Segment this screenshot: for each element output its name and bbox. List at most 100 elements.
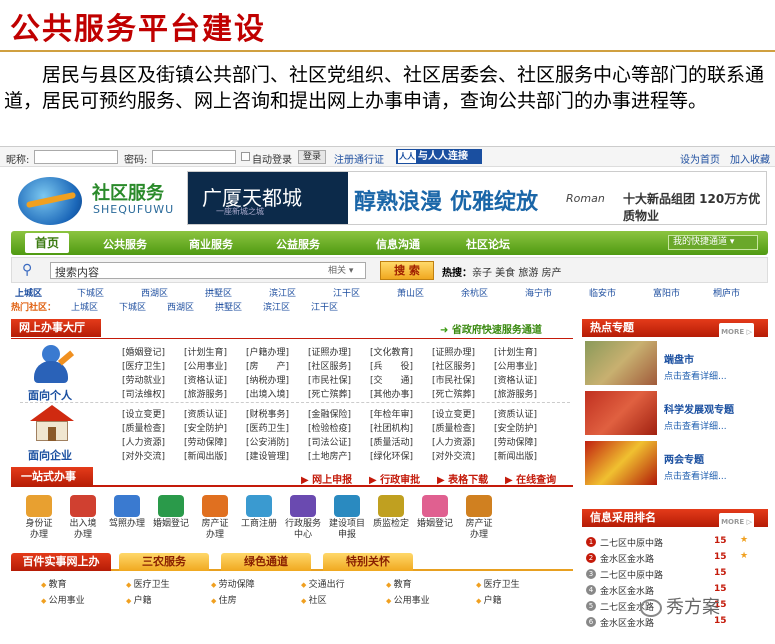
bottom-service-link[interactable]: 户籍: [476, 593, 502, 606]
onestop-service-item[interactable]: 质监检定: [371, 495, 411, 530]
nav-item-welfare[interactable]: 公益服务: [276, 236, 320, 252]
personal-service-link[interactable]: [死亡殡葬]: [432, 387, 475, 400]
region-link[interactable]: 萧山区: [397, 286, 424, 299]
nav-item-public[interactable]: 公共服务: [103, 236, 147, 252]
enterprise-service-link[interactable]: [检验检疫]: [308, 421, 351, 434]
hot-thumb-image[interactable]: [585, 441, 657, 485]
region-link[interactable]: 拱墅区: [205, 286, 232, 299]
bottom-service-link[interactable]: 医疗卫生: [126, 577, 170, 590]
enterprise-service-link[interactable]: [安全防护]: [494, 421, 537, 434]
bottom-service-link[interactable]: 交通出行: [301, 577, 345, 590]
nickname-input[interactable]: [34, 150, 118, 164]
enterprise-service-link[interactable]: [设立变更]: [432, 407, 475, 420]
personal-service-link[interactable]: [旅游服务]: [184, 387, 227, 400]
enterprise-service-link[interactable]: [年检年审]: [370, 407, 413, 420]
personal-service-link[interactable]: [市民社保]: [308, 373, 351, 386]
bottom-service-link[interactable]: 公用事业: [386, 593, 430, 606]
region-link[interactable]: 富阳市: [653, 286, 680, 299]
gov-fast-channel-link[interactable]: ➜ 省政府快速服务通道: [440, 321, 542, 336]
bottom-service-link[interactable]: 医疗卫生: [476, 577, 520, 590]
hot-search-items[interactable]: 亲子 美食 旅游 房产: [472, 268, 562, 279]
nav-item-info[interactable]: 信息沟通: [376, 236, 420, 252]
region-link[interactable]: 西湖区: [141, 286, 168, 299]
enterprise-service-link[interactable]: [绿化环保]: [370, 449, 413, 462]
enterprise-service-link[interactable]: [设立变更]: [122, 407, 165, 420]
community-link[interactable]: 江干区: [311, 300, 338, 313]
enterprise-service-link[interactable]: [财税事务]: [246, 407, 289, 420]
personal-service-link[interactable]: [资格认证]: [494, 373, 537, 386]
enterprise-service-link[interactable]: [资质认证]: [184, 407, 227, 420]
enterprise-service-link[interactable]: [质量检查]: [122, 421, 165, 434]
ranking-row[interactable]: 1 二七区中原中路 15 ★: [582, 535, 768, 549]
enterprise-service-link[interactable]: [社团机构]: [370, 421, 413, 434]
enterprise-service-link[interactable]: [质量检查]: [432, 421, 475, 434]
personal-label[interactable]: 面向个人: [28, 387, 72, 403]
form-download-link[interactable]: ▶ 表格下载: [437, 471, 488, 486]
personal-service-link[interactable]: [劳动就业]: [122, 373, 165, 386]
enterprise-service-link[interactable]: [对外交流]: [122, 449, 165, 462]
onestop-service-item[interactable]: 房产证 办理: [195, 495, 235, 541]
personal-service-link[interactable]: [房 产]: [246, 359, 289, 372]
enterprise-service-link[interactable]: [司法公证]: [308, 435, 351, 448]
enterprise-service-link[interactable]: [劳动保障]: [184, 435, 227, 448]
personal-service-link[interactable]: [兵 役]: [370, 359, 413, 372]
personal-service-link[interactable]: [医疗卫生]: [122, 359, 165, 372]
community-link[interactable]: 西湖区: [167, 300, 194, 313]
nav-item-commercial[interactable]: 商业服务: [189, 236, 233, 252]
tab-hundred-things[interactable]: 百件实事网上办: [11, 553, 111, 571]
ranking-more-link[interactable]: MORE ▷: [719, 513, 754, 531]
hot-item-link[interactable]: 点击查看详细...: [664, 369, 727, 382]
onestop-service-item[interactable]: 婚姻登记: [151, 495, 191, 530]
enterprise-service-link[interactable]: [土地房产]: [308, 449, 351, 462]
enterprise-service-link[interactable]: [金融保险]: [308, 407, 351, 420]
add-favorite-link[interactable]: 加入收藏: [730, 151, 770, 166]
approval-link[interactable]: ▶ 行政审批: [369, 471, 420, 486]
register-link[interactable]: 注册通行证: [334, 151, 384, 166]
globe-logo-icon[interactable]: [18, 177, 82, 225]
set-homepage-link[interactable]: 设为首页: [680, 151, 720, 166]
bottom-service-link[interactable]: 住房: [211, 593, 237, 606]
onestop-service-item[interactable]: 房产证 办理: [459, 495, 499, 541]
bottom-service-link[interactable]: 社区: [301, 593, 327, 606]
region-link[interactable]: 临安市: [589, 286, 616, 299]
personal-service-link[interactable]: [社区服务]: [432, 359, 475, 372]
personal-service-link[interactable]: [交 通]: [370, 373, 413, 386]
hot-item-link[interactable]: 点击查看详细...: [664, 419, 727, 432]
community-link[interactable]: 下城区: [119, 300, 146, 313]
personal-service-link[interactable]: [公用事业]: [184, 359, 227, 372]
region-head[interactable]: 上城区: [15, 286, 42, 299]
nav-item-forum[interactable]: 社区论坛: [466, 236, 510, 252]
hot-item-link[interactable]: 点击查看详细...: [664, 469, 727, 482]
bottom-service-link[interactable]: 公用事业: [41, 593, 85, 606]
region-link[interactable]: 滨江区: [269, 286, 296, 299]
ranking-row[interactable]: 2 金水区金水路 15 ★: [582, 551, 768, 565]
personal-service-link[interactable]: [证照办理]: [308, 345, 351, 358]
search-scope-select[interactable]: 相关 ▾: [328, 263, 353, 276]
enterprise-service-link[interactable]: [新闻出版]: [494, 449, 537, 462]
password-input[interactable]: [152, 150, 236, 164]
personal-service-link[interactable]: [旅游服务]: [494, 387, 537, 400]
renren-connect-button[interactable]: 人人 与人人连接: [396, 149, 482, 164]
enterprise-service-link[interactable]: [人力资源]: [432, 435, 475, 448]
enterprise-service-link[interactable]: [资质认证]: [494, 407, 537, 420]
personal-service-link[interactable]: [证照办理]: [432, 345, 475, 358]
personal-service-link[interactable]: [户籍办理]: [246, 345, 289, 358]
tab-green-channel[interactable]: 绿色通道: [221, 553, 311, 571]
community-link[interactable]: 滨江区: [263, 300, 290, 313]
login-button[interactable]: 登录: [298, 150, 327, 164]
onestop-service-item[interactable]: 建设项目 申报: [327, 495, 367, 541]
enterprise-service-link[interactable]: [公安消防]: [246, 435, 289, 448]
personal-service-link[interactable]: [计划生育]: [494, 345, 537, 358]
hot-thumb-image[interactable]: [585, 391, 657, 435]
onestop-service-item[interactable]: 驾照办理: [107, 495, 147, 530]
search-input[interactable]: 搜索内容: [50, 262, 366, 279]
personal-service-link[interactable]: [社区服务]: [308, 359, 351, 372]
quick-channel-dropdown[interactable]: 我的快捷通道 ▾: [668, 235, 758, 250]
hot-item-title[interactable]: 端盘市: [664, 351, 694, 366]
enterprise-service-link[interactable]: [新闻出版]: [184, 449, 227, 462]
nav-home[interactable]: 首页: [25, 233, 69, 253]
region-link[interactable]: 余杭区: [461, 286, 488, 299]
personal-service-link[interactable]: [司法维权]: [122, 387, 165, 400]
region-link[interactable]: 下城区: [77, 286, 104, 299]
personal-service-link[interactable]: [出境入境]: [246, 387, 289, 400]
